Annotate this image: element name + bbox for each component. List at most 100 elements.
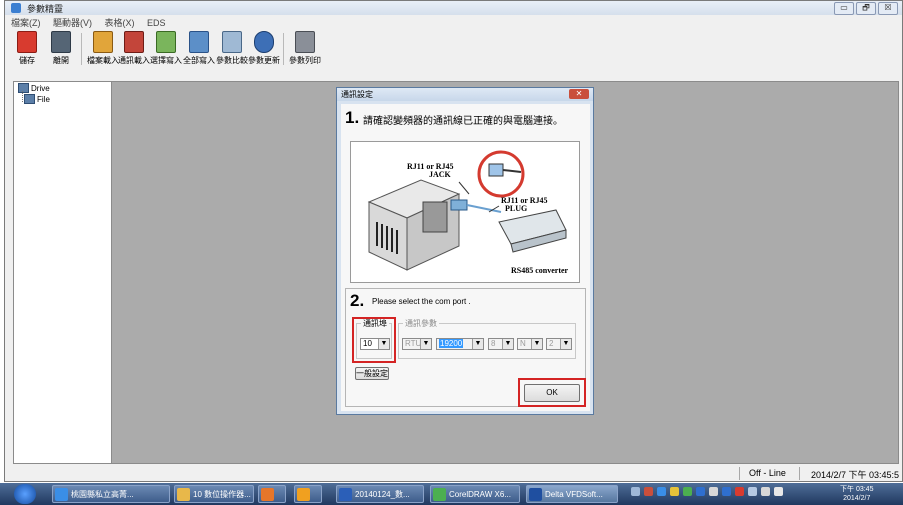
compare-icon (222, 31, 242, 53)
dialog-title: 通訊設定 (337, 88, 593, 101)
status-datetime: 2014/2/7 下午 03:45:5 (811, 470, 900, 480)
toolbar: 儲存 離開 檔案載入 通訊載入 選擇寫入 全部寫入 參數比較 參數更新 參數列印 (5, 31, 902, 69)
taskbar-word[interactable]: 20140124_數... (336, 485, 424, 503)
general-settings-button[interactable]: 一般設定 (355, 367, 389, 380)
menu-bar: 檔案(Z) 驅動器(V) 表格(X) EDS (5, 16, 902, 28)
mode-select[interactable]: RTU ▼ (402, 338, 432, 350)
baud-value: 19200 (439, 339, 464, 348)
main-window: 參數精靈 ▭ 🗗 ☒ 檔案(Z) 驅動器(V) 表格(X) EDS 儲存 離開 … (4, 0, 903, 482)
compare-button[interactable]: 參數比較 (216, 31, 248, 66)
menu-table[interactable]: 表格(X) (105, 16, 135, 29)
tray-app-icon[interactable] (644, 487, 653, 496)
app-icon (11, 3, 21, 13)
folder-icon (93, 31, 113, 53)
baud-select[interactable]: 19200 ▼ (436, 338, 484, 350)
tray-usb-icon[interactable] (709, 487, 718, 496)
write-all-button[interactable]: 全部寫入 (183, 31, 215, 66)
coreldraw-icon (433, 488, 446, 501)
taskbar-folder[interactable]: 10 數位操作器... (174, 485, 254, 503)
status-divider (739, 467, 740, 480)
select-write-button[interactable]: 選擇寫入 (150, 31, 182, 66)
tree-item-file[interactable]: File (24, 94, 50, 104)
dropdown-arrow-icon: ▼ (472, 339, 483, 349)
tray-flag-icon[interactable] (761, 487, 770, 496)
minimize-button[interactable]: ▭ (834, 2, 854, 15)
status-bar: Off - Line 2014/2/7 下午 03:45:5 (5, 466, 902, 482)
tray-update-icon[interactable] (683, 487, 692, 496)
taskbar-outlook[interactable] (294, 485, 322, 503)
window-title: 參數精靈 (27, 4, 64, 14)
exit-button[interactable]: 離開 (45, 31, 77, 66)
connection-status: Off - Line (749, 468, 786, 478)
tray-volume-icon[interactable] (774, 487, 783, 496)
restore-button[interactable]: 🗗 (856, 2, 876, 15)
tree-panel: Drive File (14, 82, 112, 463)
dropdown-arrow-icon: ▼ (531, 339, 542, 349)
outlook-icon (297, 488, 310, 501)
taskbar-media[interactable] (258, 485, 286, 503)
connection-illustration: RJ11 or RJ45 JACK RJ11 or RJ45 PLUG RS48… (350, 141, 580, 283)
taskbar-vfdsoft[interactable]: Delta VFDSoft... (526, 485, 618, 503)
ie-icon (55, 488, 68, 501)
tray-keyboard-icon[interactable] (631, 487, 640, 496)
pencil-icon (156, 31, 176, 53)
params-group-label: 通訊參數 (403, 318, 439, 329)
refresh-icon (254, 31, 274, 53)
tray-network-icon[interactable] (657, 487, 666, 496)
converter-label: RS485 converter (511, 266, 569, 275)
taskbar-clock[interactable]: 下午 03:45 2014/2/7 (840, 485, 873, 503)
tray-signal-icon[interactable] (748, 487, 757, 496)
system-tray (631, 487, 783, 496)
dialog-close-button[interactable]: ✕ (569, 89, 589, 99)
file-load-button[interactable]: 檔案載入 (87, 31, 119, 66)
port-highlight-box (352, 317, 396, 363)
cable-connection-image (367, 150, 567, 271)
menu-file[interactable]: 檔案(Z) (11, 16, 41, 29)
step2-number: 2. (350, 291, 365, 310)
plug-sublabel: PLUG (505, 204, 528, 213)
menu-eds[interactable]: EDS (147, 18, 166, 28)
workspace: Drive File 通訊設定 ✕ 1. 請確認變頻器的通訊線已正確的與電腦連接… (13, 81, 899, 464)
folder-icon (177, 488, 190, 501)
file-icon (24, 94, 35, 104)
clock-time: 下午 03:45 (840, 486, 874, 493)
stop-bits-select[interactable]: 2 ▼ (546, 338, 572, 350)
parity-select[interactable]: N ▼ (517, 338, 543, 350)
comm-load-button[interactable]: 通訊載入 (118, 31, 150, 66)
toolbar-divider (81, 33, 82, 65)
taskbar-ie[interactable]: 桃園縣私立高菁... (52, 485, 170, 503)
parity-value: N (520, 339, 526, 348)
title-bar: 參數精靈 ▭ 🗗 ☒ (5, 1, 902, 15)
step2-text: Please select the com port . (372, 297, 471, 306)
start-button[interactable] (14, 484, 36, 504)
print-button[interactable]: 參數列印 (289, 31, 321, 66)
comm-settings-dialog: 通訊設定 ✕ 1. 請確認變頻器的通訊線已正確的與電腦連接。 RJ11 or R… (336, 87, 594, 415)
vfdsoft-icon (529, 488, 542, 501)
media-player-icon (261, 488, 274, 501)
ok-highlight-box (518, 378, 586, 407)
mode-value: RTU (405, 339, 422, 348)
taskbar: 桃園縣私立高菁... 10 數位操作器... 20140124_數... Cor… (0, 483, 903, 505)
close-window-button[interactable]: ☒ (878, 2, 898, 15)
tray-security-icon[interactable] (670, 487, 679, 496)
toolbar-divider (283, 33, 284, 65)
dropdown-arrow-icon: ▼ (560, 339, 571, 349)
dialog-body: 1. 請確認變頻器的通訊線已正確的與電腦連接。 RJ11 or RJ45 JAC… (341, 104, 590, 411)
stop-bits-value: 2 (549, 339, 554, 348)
menu-drive[interactable]: 驅動器(V) (53, 16, 92, 29)
step1-text: 請確認變頻器的通訊線已正確的與電腦連接。 (363, 116, 563, 127)
tray-shield-icon[interactable] (722, 487, 731, 496)
save-icon (17, 31, 37, 53)
word-icon (339, 488, 352, 501)
data-bits-select[interactable]: 8 ▼ (488, 338, 514, 350)
save-button[interactable]: 儲存 (11, 31, 43, 66)
taskbar-coreldraw[interactable]: CorelDRAW X6... (430, 485, 520, 503)
data-bits-value: 8 (491, 339, 496, 348)
status-divider (799, 467, 800, 480)
tray-bluetooth-icon[interactable] (696, 487, 705, 496)
download-icon (124, 31, 144, 53)
tray-alert-icon[interactable] (735, 487, 744, 496)
params-group: 通訊參數 RTU ▼ 19200 ▼ 8 ▼ N ▼ 2 ▼ (398, 318, 576, 359)
update-button[interactable]: 參數更新 (248, 31, 280, 66)
dropdown-arrow-icon: ▼ (420, 339, 431, 349)
